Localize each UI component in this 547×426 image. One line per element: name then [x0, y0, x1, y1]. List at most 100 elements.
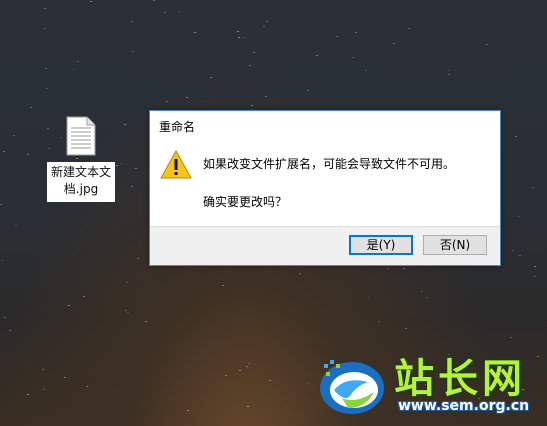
wallpaper-star [178, 11, 180, 12]
wallpaper-star [47, 128, 49, 129]
wallpaper-star [68, 305, 70, 306]
wallpaper-star [164, 12, 166, 13]
warning-icon [160, 149, 192, 179]
site-logo-icon [320, 360, 384, 414]
wallpaper-star [60, 137, 62, 138]
wallpaper-star [166, 101, 168, 102]
wallpaper-star [243, 37, 245, 38]
wallpaper-star [42, 369, 44, 370]
wallpaper-star [90, 1, 92, 2]
wallpaper-star [405, 328, 407, 329]
wallpaper-star [448, 70, 450, 71]
wallpaper-star [73, 69, 75, 70]
wallpaper-star [44, 8, 46, 9]
wallpaper-star [116, 165, 118, 166]
wallpaper-star [266, 21, 268, 22]
no-button[interactable]: 否(N) [423, 235, 487, 255]
wallpaper-star [265, 96, 267, 97]
wallpaper-star [9, 330, 11, 331]
wallpaper-star [132, 51, 134, 52]
wallpaper-star [512, 250, 514, 251]
wallpaper-star [30, 107, 32, 108]
wallpaper-star [448, 74, 450, 75]
wallpaper-star [247, 406, 249, 407]
wallpaper-star [316, 55, 318, 56]
wallpaper-star [225, 375, 227, 376]
wallpaper-star [299, 273, 301, 274]
wallpaper-star [83, 296, 85, 297]
dialog-question: 确实要更改吗？ [203, 195, 288, 209]
wallpaper-star [46, 88, 48, 89]
wallpaper-star [43, 389, 45, 390]
wallpaper-star [534, 266, 536, 267]
wallpaper-star [393, 43, 395, 44]
wallpaper-star [426, 297, 428, 298]
wallpaper-star [13, 135, 15, 136]
wallpaper-star [0, 204, 2, 205]
rename-dialog: 重命名 如果改变文件扩展名，可能会导致文件不可用。 确实要更改吗？ 是(Y) 否… [149, 110, 501, 266]
wallpaper-star [120, 163, 122, 164]
wallpaper-star [355, 32, 357, 33]
dialog-button-bar: 是(Y) 否(N) [150, 226, 500, 265]
wallpaper-star [237, 31, 239, 32]
wallpaper-star [135, 168, 137, 169]
wallpaper-star [486, 44, 488, 45]
wallpaper-star [4, 317, 6, 318]
wallpaper-star [45, 68, 47, 69]
wallpaper-star [352, 57, 354, 58]
desktop-file-label: 新建文本文档.jpg [47, 162, 115, 202]
yes-button[interactable]: 是(Y) [349, 235, 413, 255]
wallpaper-star [408, 28, 410, 29]
wallpaper-star [27, 154, 29, 155]
wallpaper-star [222, 285, 224, 286]
dialog-body: 如果改变文件扩展名，可能会导致文件不可用。 确实要更改吗？ [151, 141, 499, 227]
wallpaper-star [187, 410, 189, 411]
wallpaper-star [127, 312, 129, 313]
wallpaper-star [145, 321, 147, 322]
wallpaper-star [238, 37, 240, 38]
wallpaper-star [48, 148, 50, 149]
wallpaper-star [131, 186, 133, 187]
watermark-url: www.sem.org.cn [398, 398, 530, 414]
wallpaper-star [251, 105, 253, 106]
wallpaper-star [137, 258, 139, 259]
document-icon [66, 116, 96, 156]
wallpaper-star [3, 151, 5, 152]
wallpaper-star [515, 136, 517, 137]
dialog-message: 如果改变文件扩展名，可能会导致文件不可用。 [203, 157, 456, 171]
wallpaper-star [77, 61, 79, 62]
wallpaper-star [186, 97, 188, 98]
wallpaper-star [210, 77, 212, 78]
wallpaper-star [248, 363, 250, 364]
wallpaper-star [269, 380, 271, 381]
wallpaper-star [125, 310, 127, 311]
watermark-name: 站长网 [394, 355, 526, 402]
wallpaper-star [378, 321, 380, 322]
wallpaper-star [239, 370, 241, 371]
dialog-title: 重命名 [159, 120, 196, 134]
wallpaper-star [194, 32, 196, 33]
wallpaper-star [263, 26, 265, 27]
wallpaper-star [246, 366, 248, 367]
wallpaper-star [124, 124, 126, 125]
wallpaper-star [15, 225, 17, 226]
wallpaper-star [153, 0, 155, 1]
wallpaper-star [403, 268, 405, 269]
wallpaper-star [368, 297, 370, 298]
wallpaper-star [1, 260, 3, 261]
wallpaper-star [76, 158, 78, 159]
wallpaper-star [534, 276, 536, 277]
wallpaper-star [27, 394, 29, 395]
site-watermark: 站长网 www.sem.org.cn [316, 350, 544, 422]
wallpaper-star [253, 52, 255, 53]
wallpaper-star [421, 291, 423, 292]
wallpaper-star [336, 36, 338, 37]
wallpaper-star [126, 282, 128, 283]
wallpaper-star [532, 187, 534, 188]
wallpaper-star [518, 216, 520, 217]
wallpaper-star [519, 255, 521, 256]
wallpaper-star [387, 268, 389, 269]
wallpaper-star [64, 377, 66, 378]
wallpaper-star [365, 70, 367, 71]
wallpaper-star [131, 21, 133, 22]
